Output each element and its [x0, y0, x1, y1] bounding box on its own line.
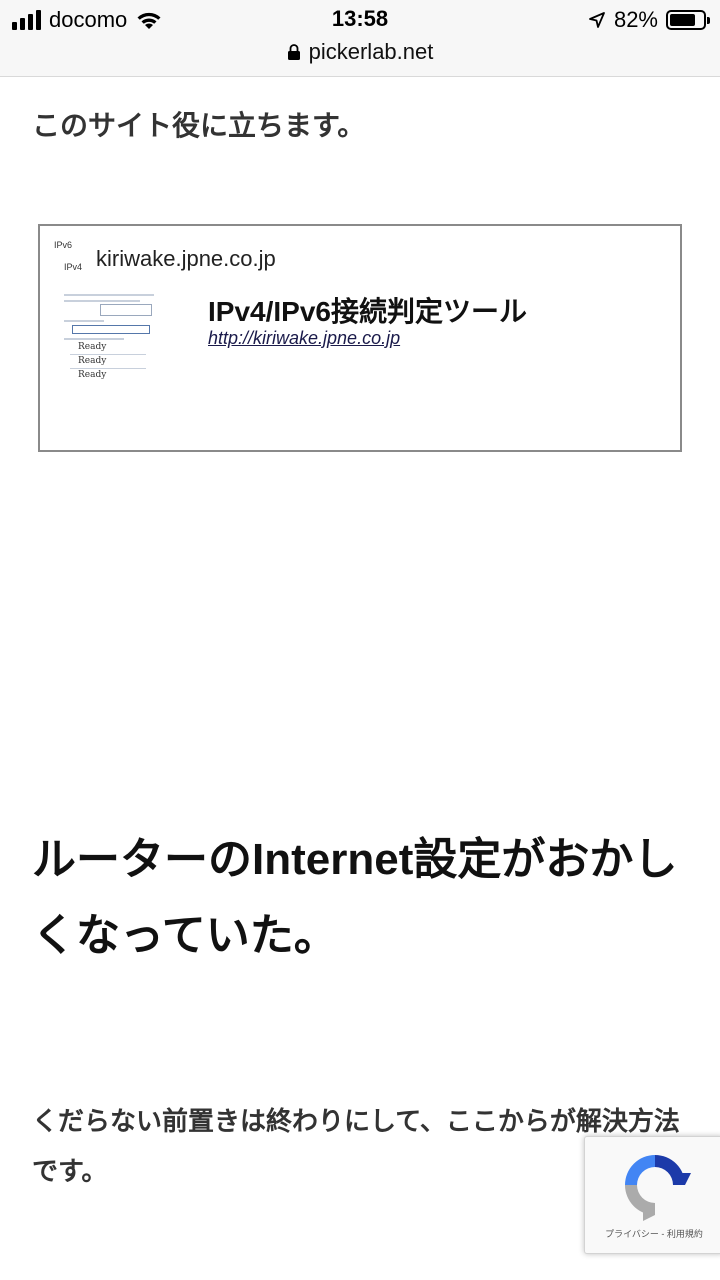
- section-heading: ルーターのInternet設定がおかしくなっていた。: [32, 835, 678, 960]
- site-favicon: IPv6 IPv4: [52, 238, 86, 278]
- address-bar[interactable]: pickerlab.net: [0, 36, 720, 68]
- thumb-line: [64, 338, 124, 340]
- link-card[interactable]: IPv6 IPv4 kiriwake.jpne.co.jp Ready Read…: [38, 224, 682, 452]
- thumb-line: [64, 294, 154, 296]
- thumb-ready-2: Ready: [78, 356, 107, 366]
- card-title[interactable]: IPv4/IPv6接続判定ツール: [208, 290, 527, 330]
- thumb-ready-1: Ready: [78, 342, 107, 352]
- thumb-ready-3: Ready: [78, 370, 107, 380]
- battery-fill: [670, 14, 695, 26]
- favicon-line-1: IPv6: [54, 240, 73, 250]
- recaptcha-badge[interactable]: プライバシー - 利用規約: [584, 1136, 720, 1254]
- battery-percentage: 82%: [613, 7, 658, 32]
- battery-cap: [707, 17, 710, 24]
- intro-text: このサイト役に立ちます。: [32, 110, 366, 141]
- thumb-field: [72, 325, 150, 334]
- url-text: pickerlab.net: [308, 39, 434, 64]
- thumb-line: [64, 320, 104, 322]
- card-thumbnail: Ready Ready Ready: [60, 290, 196, 386]
- location-arrow-icon: [589, 12, 605, 28]
- favicon-line-2: IPv4: [64, 262, 83, 272]
- thumb-line: [70, 368, 146, 369]
- status-bar: docomo 13:58 82% pickerlab.net: [0, 0, 720, 77]
- recaptcha-links[interactable]: プライバシー - 利用規約: [585, 1227, 720, 1240]
- card-url-link[interactable]: http://kiriwake.jpne.co.jp: [208, 328, 400, 349]
- thumb-button: [100, 304, 152, 316]
- battery-icon: [666, 10, 710, 30]
- thumb-line: [70, 354, 146, 355]
- thumb-line: [64, 300, 140, 302]
- status-right: 82%: [588, 6, 710, 34]
- lock-icon: [287, 44, 300, 60]
- card-domain: kiriwake.jpne.co.jp: [96, 246, 276, 271]
- recaptcha-icon: [625, 1155, 691, 1221]
